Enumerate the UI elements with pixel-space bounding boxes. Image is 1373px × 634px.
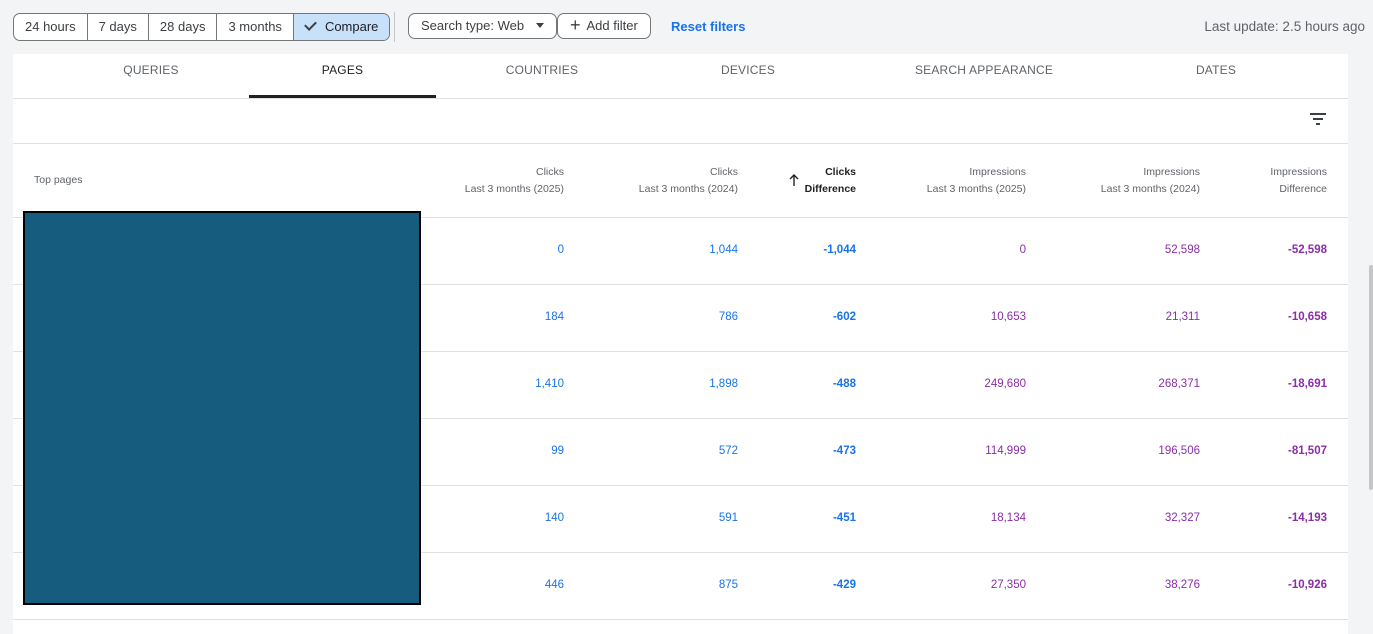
- impressions-2024-cell: 52,598: [1164, 244, 1200, 256]
- impressions-difference-header[interactable]: Impressions Difference: [1270, 164, 1327, 198]
- clicks-2024-cell: 786: [718, 311, 738, 323]
- header-line2: Difference: [1279, 183, 1327, 195]
- tab-queries[interactable]: QUERIES: [58, 54, 244, 98]
- last-update-text: Last update: 2.5 hours ago: [1204, 19, 1365, 34]
- tab-search-appearance[interactable]: SEARCH APPEARANCE: [873, 54, 1095, 98]
- toolbar-divider: [394, 12, 395, 42]
- clicks-2025-cell: 140: [544, 512, 564, 524]
- header-line1: Clicks: [710, 166, 738, 178]
- date-range-selector: 24 hours 7 days 28 days 3 months Compare: [13, 13, 391, 41]
- tab-devices[interactable]: DEVICES: [653, 54, 843, 98]
- impressions-difference-cell: -10,926: [1287, 579, 1327, 591]
- redacted-page-urls: [23, 211, 421, 605]
- header-line1: Clicks: [536, 166, 564, 178]
- header-line2: Last 3 months (2025): [464, 183, 564, 195]
- header-line2: Last 3 months (2024): [638, 183, 738, 195]
- clicks-2024-cell: 591: [718, 512, 738, 524]
- vertical-scrollbar[interactable]: [1369, 265, 1373, 490]
- impressions-2025-cell: 10,653: [990, 311, 1026, 323]
- clicks-2025-header[interactable]: Clicks Last 3 months (2025): [465, 164, 564, 198]
- impressions-2025-header[interactable]: Impressions Last 3 months (2025): [927, 164, 1026, 198]
- clicks-difference-cell: -488: [832, 378, 856, 390]
- clicks-2024-cell: 1,898: [709, 378, 738, 390]
- clicks-difference-header[interactable]: Clicks Difference: [805, 164, 856, 198]
- clicks-2025-cell: 184: [544, 311, 564, 323]
- clicks-difference-cell: -1,044: [823, 244, 856, 256]
- impressions-difference-cell: -10,658: [1287, 311, 1327, 323]
- clicks-2024-header[interactable]: Clicks Last 3 months (2024): [639, 164, 738, 198]
- clicks-difference-cell: -473: [832, 445, 856, 457]
- impressions-2025-cell: 0: [1019, 244, 1026, 256]
- clicks-2025-cell: 1,410: [535, 378, 564, 390]
- search-type-label: Search type: Web: [421, 18, 525, 33]
- clicks-2024-cell: 1,044: [709, 244, 738, 256]
- impressions-2024-header[interactable]: Impressions Last 3 months (2024): [1101, 164, 1200, 198]
- header-line2: Difference: [804, 183, 856, 195]
- impressions-difference-cell: -52,598: [1287, 244, 1327, 256]
- toolbar: 24 hours 7 days 28 days 3 months Compare…: [0, 0, 1373, 54]
- impressions-difference-cell: -81,507: [1287, 445, 1327, 457]
- clicks-2024-cell: 875: [718, 579, 738, 591]
- add-filter-button[interactable]: + Add filter: [557, 13, 651, 39]
- impressions-difference-cell: -14,193: [1287, 512, 1327, 524]
- clicks-difference-cell: -602: [832, 311, 856, 323]
- tab-countries[interactable]: COUNTRIES: [447, 54, 637, 98]
- table-filter-bar: [13, 99, 1348, 144]
- clicks-2024-cell: 572: [718, 445, 738, 457]
- header-line1: Impressions: [1143, 166, 1200, 178]
- add-filter-label: Add filter: [586, 18, 638, 33]
- header-line1: Impressions: [1270, 166, 1327, 178]
- tab-pages[interactable]: PAGES: [249, 54, 436, 98]
- header-line2: Last 3 months (2025): [926, 183, 1026, 195]
- header-line1: Impressions: [969, 166, 1026, 178]
- impressions-2024-cell: 196,506: [1158, 445, 1200, 457]
- plus-icon: +: [570, 15, 581, 35]
- impressions-2025-cell: 18,134: [990, 512, 1026, 524]
- check-icon: [304, 18, 317, 31]
- impressions-2025-cell: 249,680: [984, 378, 1026, 390]
- impressions-2024-cell: 21,311: [1165, 311, 1200, 323]
- clicks-difference-cell: -429: [832, 579, 856, 591]
- impressions-2025-cell: 114,999: [985, 445, 1026, 457]
- sort-ascending-arrow-icon: [789, 174, 799, 186]
- header-line1: Clicks: [825, 166, 856, 178]
- range-7-days-button[interactable]: 7 days: [88, 14, 149, 40]
- search-type-dropdown[interactable]: Search type: Web: [408, 13, 558, 39]
- clicks-2025-cell: 446: [544, 579, 564, 591]
- impressions-2024-cell: 38,276: [1164, 579, 1200, 591]
- range-24-hours-button[interactable]: 24 hours: [14, 14, 88, 40]
- impressions-2024-cell: 268,371: [1158, 378, 1200, 390]
- impressions-2025-cell: 27,350: [990, 579, 1026, 591]
- range-3-months-button[interactable]: 3 months: [217, 14, 294, 40]
- active-tab-indicator: [249, 95, 436, 98]
- tab-dates[interactable]: DATES: [1123, 54, 1309, 98]
- clicks-2025-cell: 99: [551, 445, 564, 457]
- header-line2: Last 3 months (2024): [1100, 183, 1200, 195]
- impressions-2024-cell: 32,327: [1164, 512, 1200, 524]
- compare-button[interactable]: Compare: [293, 14, 390, 40]
- range-28-days-button[interactable]: 28 days: [149, 14, 218, 40]
- dimension-tabs: QUERIES PAGES COUNTRIES DEVICES SEARCH A…: [13, 54, 1348, 99]
- clicks-difference-cell: -451: [832, 512, 856, 524]
- impressions-difference-cell: -18,691: [1287, 378, 1327, 390]
- caret-down-icon: [536, 23, 545, 28]
- clicks-2025-cell: 0: [557, 244, 564, 256]
- reset-filters-link[interactable]: Reset filters: [671, 19, 745, 34]
- table-header: Top pages Clicks Last 3 months (2025) Cl…: [13, 144, 1348, 218]
- filter-rows-icon[interactable]: [1310, 113, 1326, 125]
- top-pages-header[interactable]: Top pages: [34, 174, 82, 186]
- compare-label: Compare: [324, 19, 379, 34]
